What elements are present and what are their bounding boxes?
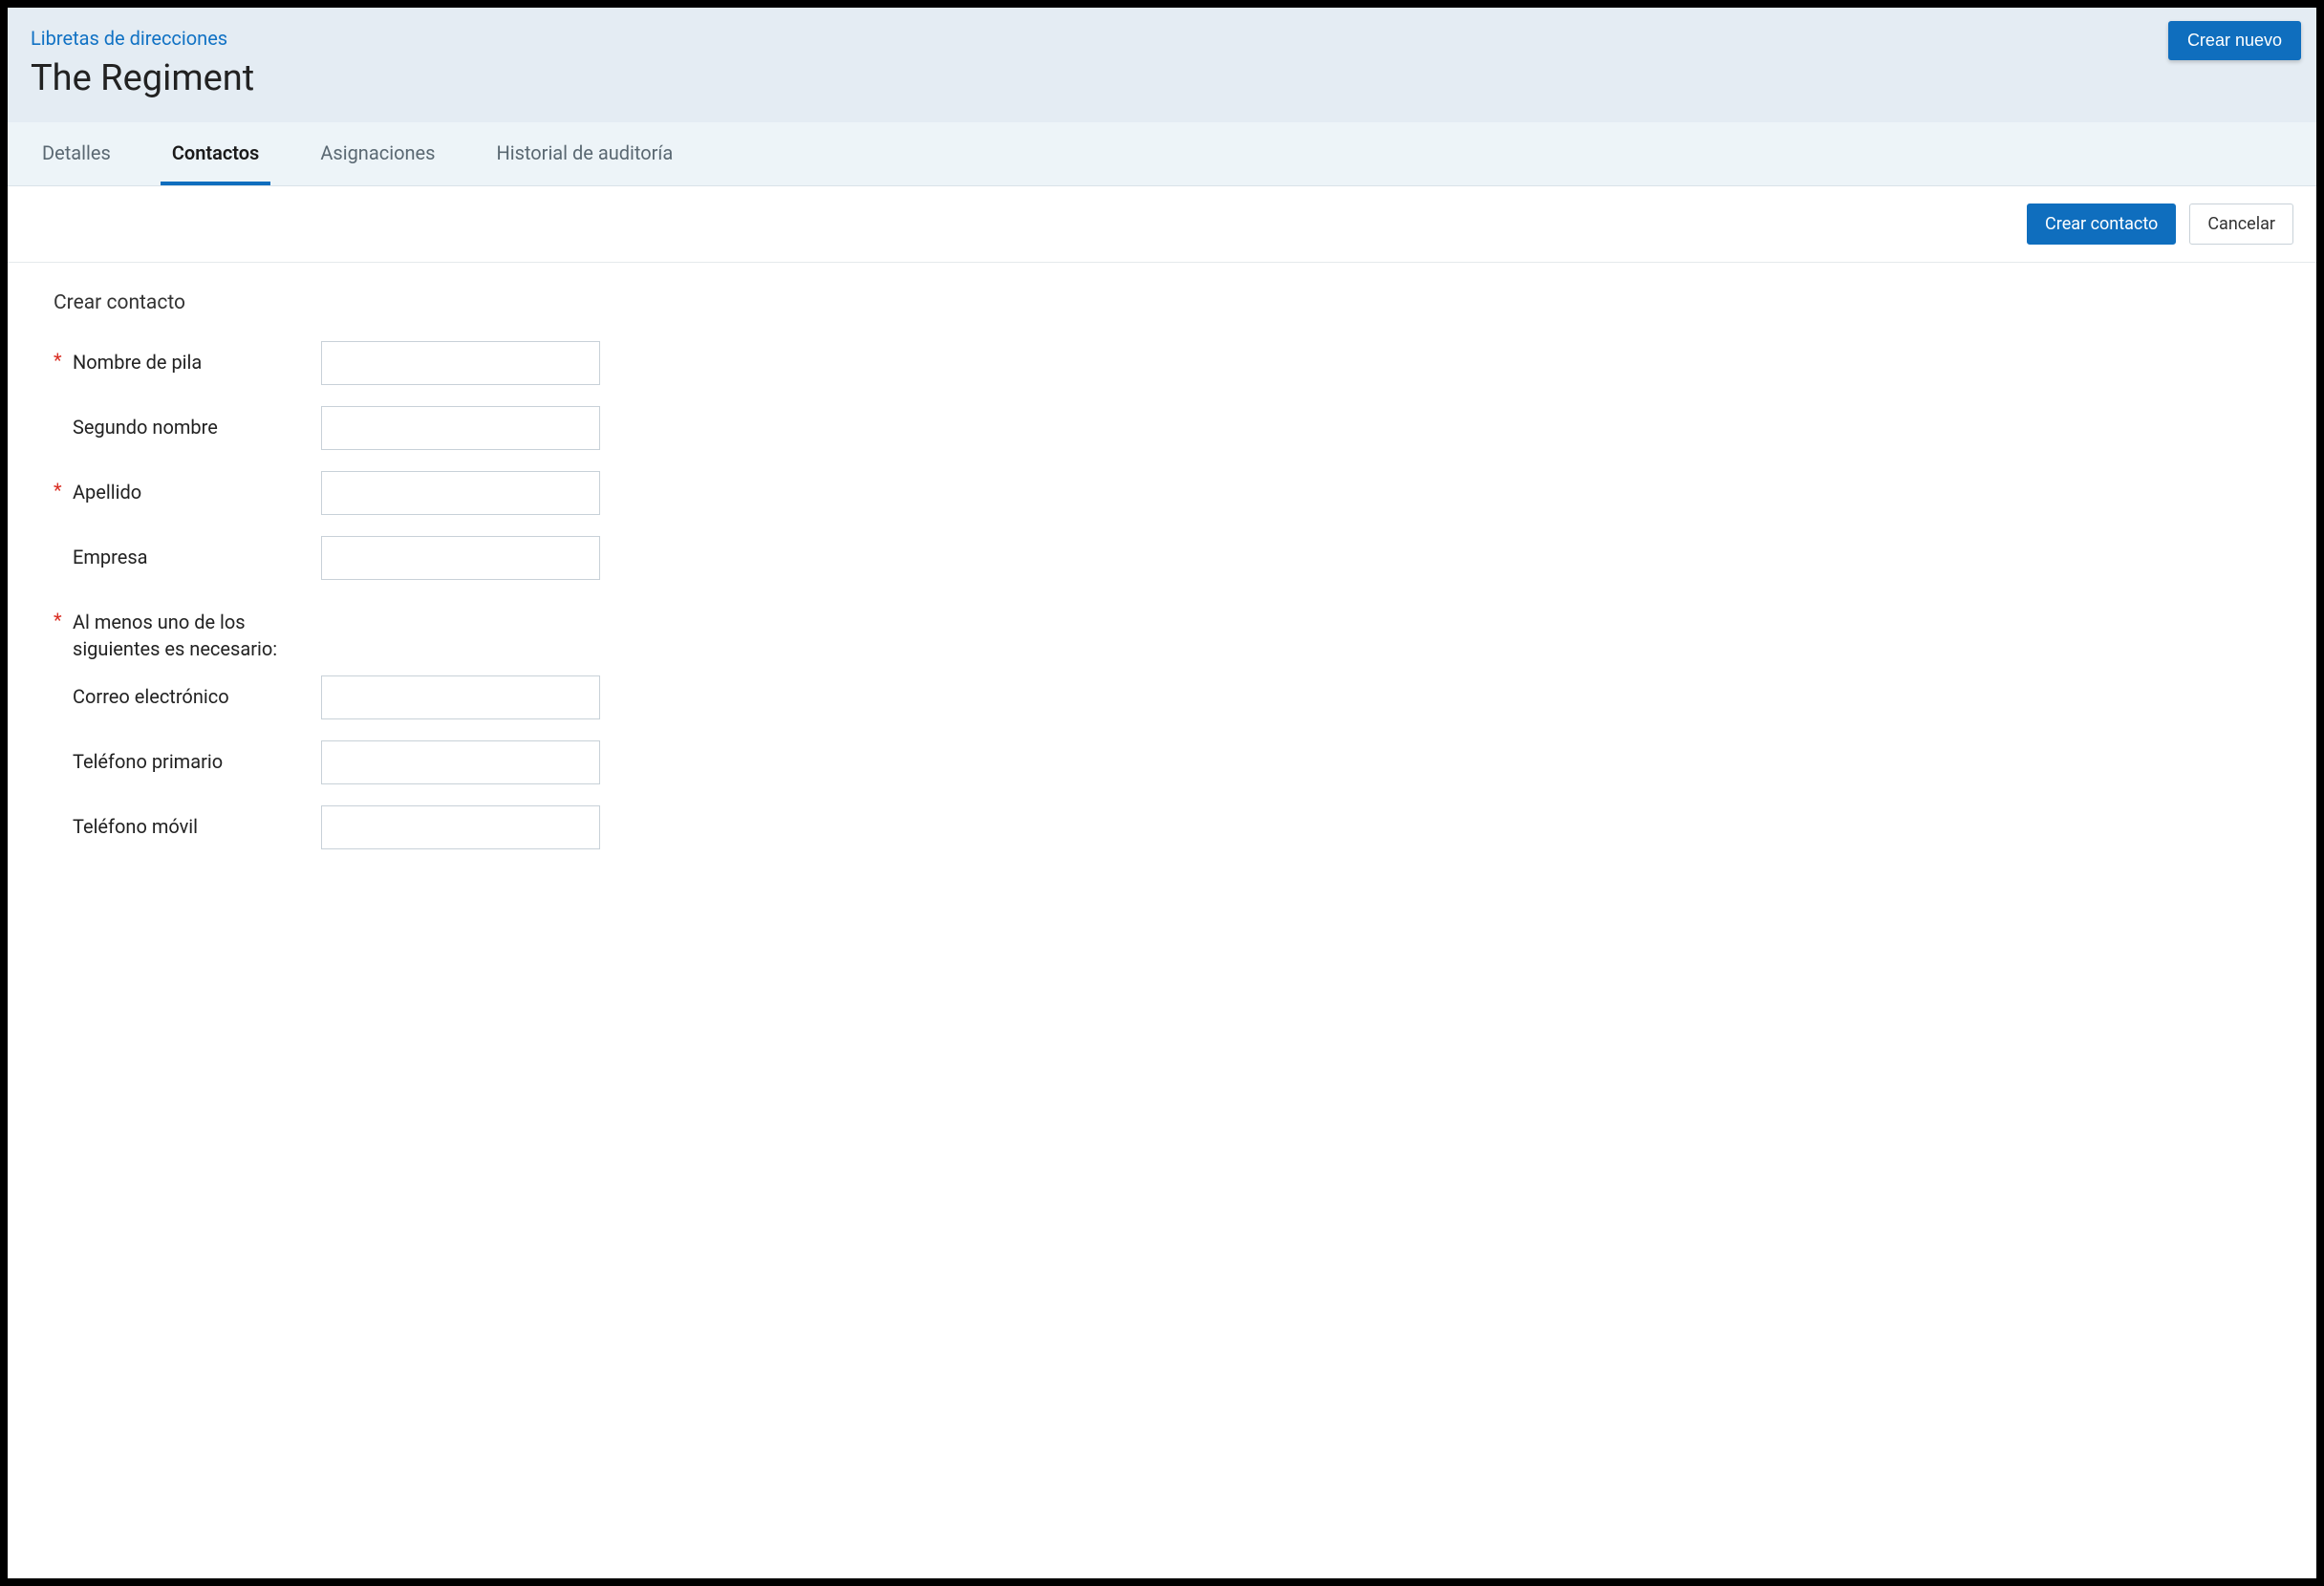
last-name-label: Apellido <box>73 479 141 505</box>
email-label: Correo electrónico <box>73 683 229 710</box>
tab-asignaciones[interactable]: Asignaciones <box>309 122 446 185</box>
mobile-phone-input[interactable] <box>321 805 600 849</box>
email-input[interactable] <box>321 675 600 719</box>
required-mark: * <box>54 479 73 502</box>
form-row-last-name: * Apellido <box>54 471 2270 515</box>
primary-phone-input[interactable] <box>321 740 600 784</box>
first-name-label: Nombre de pila <box>73 349 202 375</box>
app-container: Libretas de direcciones The Regiment Cre… <box>8 8 2316 1578</box>
form-row-primary-phone: Teléfono primario <box>54 740 2270 784</box>
tab-detalles[interactable]: Detalles <box>31 122 122 185</box>
create-contact-button[interactable]: Crear contacto <box>2027 204 2176 245</box>
required-mark: * <box>54 609 73 632</box>
page-title: The Regiment <box>31 57 2293 99</box>
middle-name-input[interactable] <box>321 406 600 450</box>
first-name-input[interactable] <box>321 341 600 385</box>
required-mark: * <box>54 349 73 372</box>
page-header: Libretas de direcciones The Regiment Cre… <box>8 8 2316 122</box>
form-title: Crear contacto <box>54 291 2270 314</box>
company-input[interactable] <box>321 536 600 580</box>
cancel-button[interactable]: Cancelar <box>2189 204 2293 245</box>
form-row-company: Empresa <box>54 536 2270 580</box>
breadcrumb-link[interactable]: Libretas de direcciones <box>31 27 227 50</box>
tabs-bar: Detalles Contactos Asignaciones Historia… <box>8 122 2316 186</box>
form-row-first-name: * Nombre de pila <box>54 341 2270 385</box>
company-label: Empresa <box>73 544 148 570</box>
form-note-row: * Al menos uno de los siguientes es nece… <box>54 601 2270 662</box>
tab-contactos[interactable]: Contactos <box>161 122 271 185</box>
form-section: Crear contacto * Nombre de pila Segundo … <box>8 263 2316 899</box>
mobile-phone-label: Teléfono móvil <box>73 813 198 840</box>
tab-historial-auditoria[interactable]: Historial de auditoría <box>484 122 684 185</box>
form-row-middle-name: Segundo nombre <box>54 406 2270 450</box>
middle-name-label: Segundo nombre <box>73 414 218 440</box>
last-name-input[interactable] <box>321 471 600 515</box>
create-new-button[interactable]: Crear nuevo <box>2168 21 2301 60</box>
action-bar: Crear contacto Cancelar <box>8 186 2316 263</box>
form-row-email: Correo electrónico <box>54 675 2270 719</box>
form-row-mobile-phone: Teléfono móvil <box>54 805 2270 849</box>
form-note: Al menos uno de los siguientes es necesa… <box>73 609 321 662</box>
primary-phone-label: Teléfono primario <box>73 748 223 775</box>
